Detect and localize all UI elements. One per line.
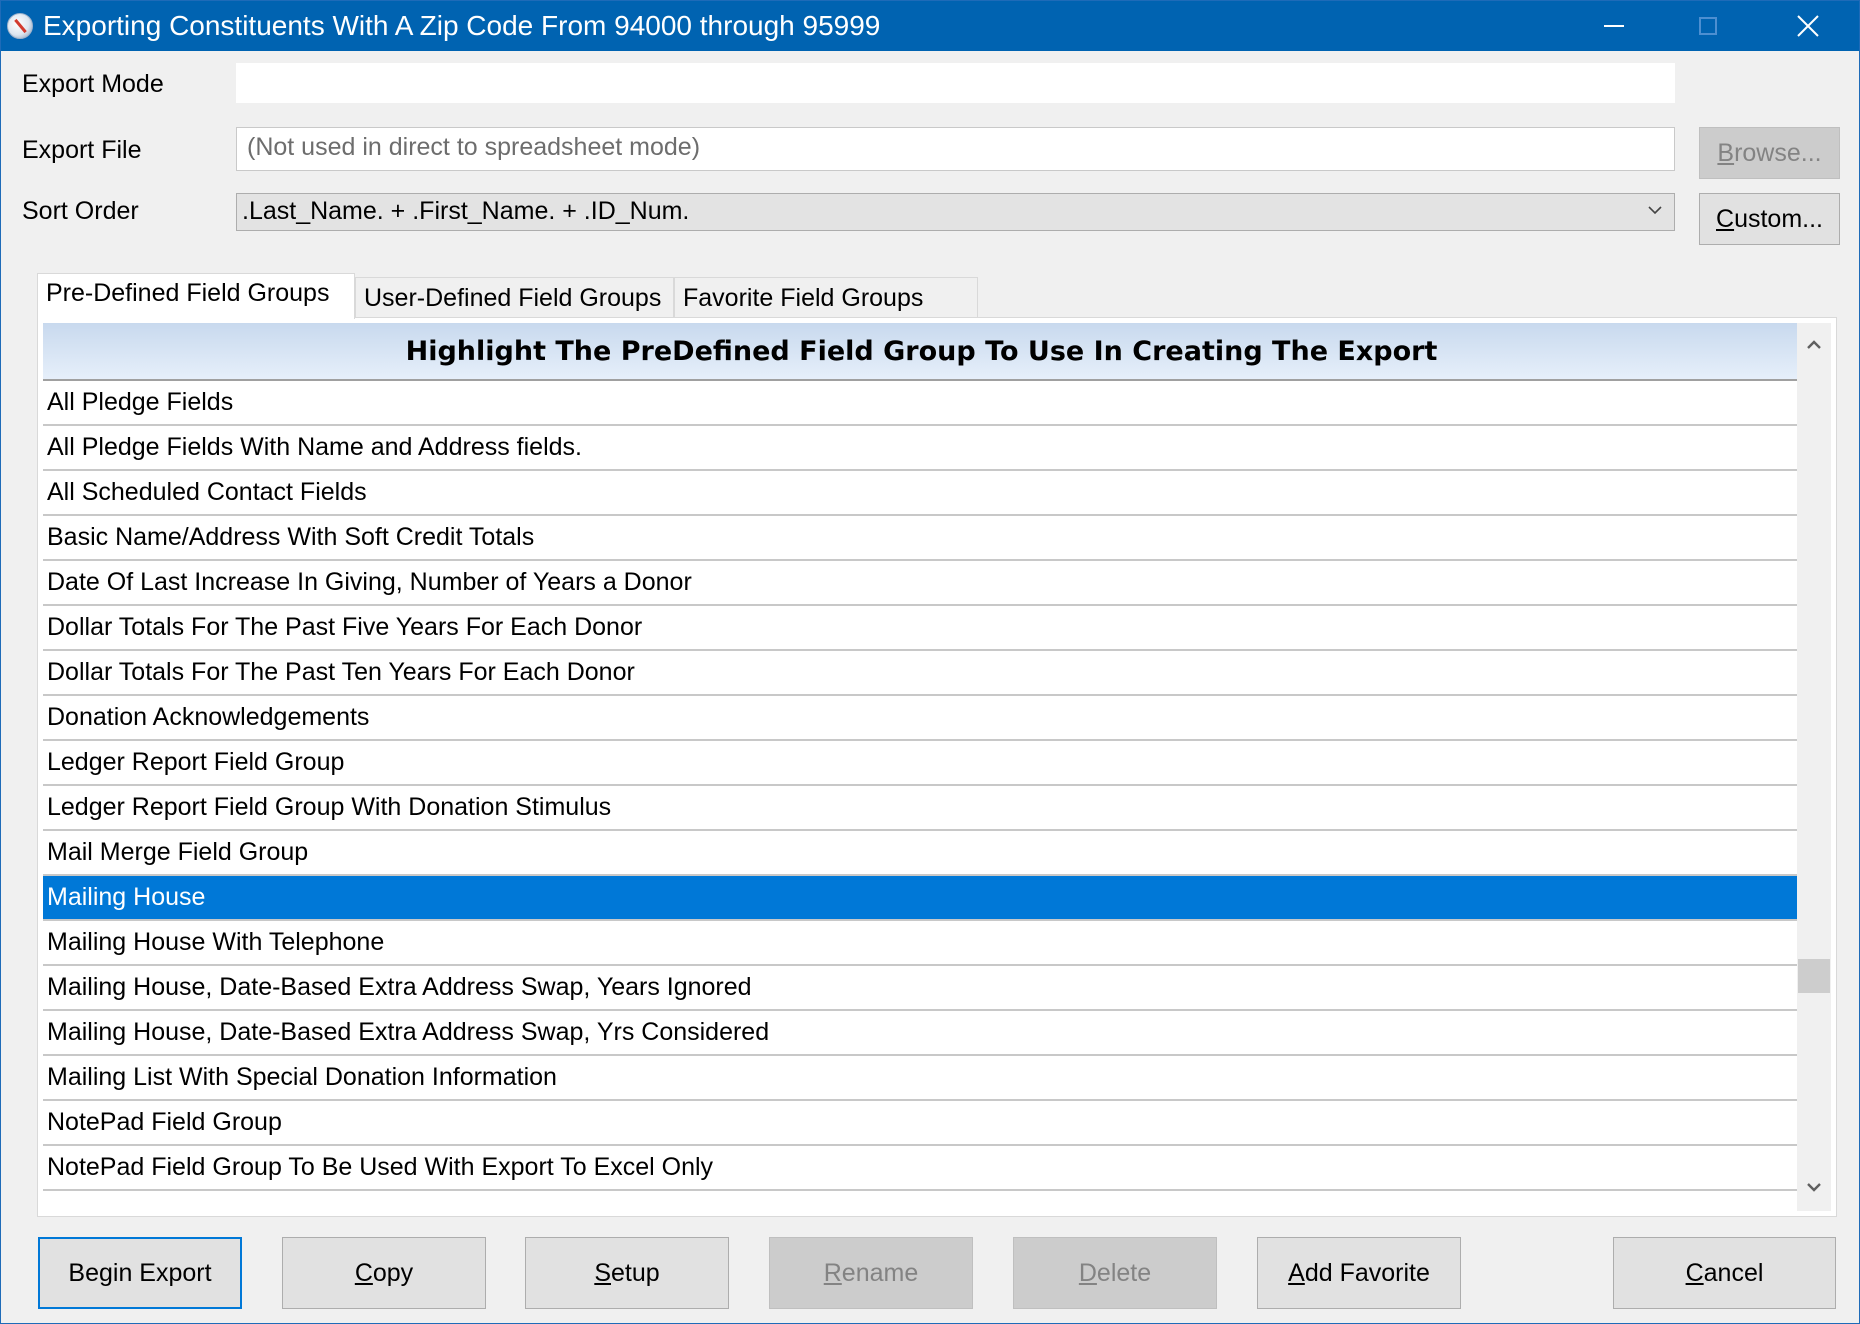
window-title: Exporting Constituents With A Zip Code F… (43, 10, 881, 41)
close-icon (1797, 15, 1819, 37)
list-item[interactable]: Mailing House, Date-Based Extra Address … (43, 1011, 1800, 1056)
list-item[interactable]: NotePad Field Group (43, 1101, 1800, 1146)
rename-button[interactable]: Rename (769, 1237, 973, 1309)
list-item[interactable]: Mailing List With Special Donation Infor… (43, 1056, 1800, 1101)
chevron-down-icon (1807, 1183, 1821, 1192)
list-item[interactable]: Mailing House (43, 876, 1800, 921)
scroll-down-button[interactable] (1797, 1171, 1831, 1205)
browse-button[interactable]: Browse... (1699, 127, 1840, 179)
list-item[interactable]: Mailing House, Date-Based Extra Address … (43, 966, 1800, 1011)
export-dialog: Exporting Constituents With A Zip Code F… (0, 0, 1860, 1324)
cancel-button[interactable]: Cancel (1613, 1237, 1836, 1309)
list-item[interactable]: Basic Name/Address With Soft Credit Tota… (43, 516, 1800, 561)
maximize-icon (1699, 17, 1717, 35)
setup-button[interactable]: Setup (525, 1237, 729, 1309)
tab-user-defined[interactable]: User-Defined Field Groups (355, 277, 674, 317)
sort-order-value: .Last_Name. + .First_Name. + .ID_Num. (242, 197, 690, 225)
title-bar[interactable]: Exporting Constituents With A Zip Code F… (1, 1, 1859, 51)
tab-favorite[interactable]: Favorite Field Groups (674, 277, 978, 317)
list-item[interactable]: All Pledge Fields (43, 381, 1800, 426)
list-item[interactable]: Mailing House With Telephone (43, 921, 1800, 966)
custom-sort-button[interactable]: Custom... (1699, 193, 1840, 245)
list-item[interactable]: Ledger Report Field Group (43, 741, 1800, 786)
vertical-scrollbar[interactable] (1797, 323, 1831, 1211)
begin-export-button[interactable]: Begin Export (38, 1237, 242, 1309)
maximize-button[interactable] (1663, 1, 1753, 51)
app-compass-icon (7, 13, 33, 39)
delete-button[interactable]: Delete (1013, 1237, 1217, 1309)
list-item[interactable]: Mail Merge Field Group (43, 831, 1800, 876)
chevron-down-icon (1646, 198, 1664, 220)
list-item[interactable]: Dollar Totals For The Past Ten Years For… (43, 651, 1800, 696)
tab-pre-defined[interactable]: Pre-Defined Field Groups (37, 273, 355, 319)
chevron-up-icon (1807, 340, 1821, 349)
list-item[interactable]: All Scheduled Contact Fields (43, 471, 1800, 516)
scroll-up-button[interactable] (1797, 327, 1831, 361)
field-group-list: Highlight The PreDefined Field Group To … (43, 323, 1800, 1211)
sort-order-select[interactable]: .Last_Name. + .First_Name. + .ID_Num. (236, 193, 1675, 231)
sort-order-label: Sort Order (22, 197, 139, 225)
list-item[interactable]: Ledger Report Field Group With Donation … (43, 786, 1800, 831)
scrollbar-thumb[interactable] (1798, 959, 1830, 993)
export-file-label: Export File (22, 136, 142, 164)
list-header: Highlight The PreDefined Field Group To … (43, 323, 1800, 381)
list-rows: All Pledge Fields All Pledge Fields With … (43, 381, 1800, 1191)
close-button[interactable] (1763, 1, 1853, 51)
minimize-icon (1604, 25, 1624, 27)
add-favorite-button[interactable]: Add Favorite (1257, 1237, 1461, 1309)
list-item[interactable]: Date Of Last Increase In Giving, Number … (43, 561, 1800, 606)
export-mode-label: Export Mode (22, 70, 164, 98)
export-mode-field[interactable] (236, 63, 1675, 103)
list-item[interactable]: Dollar Totals For The Past Five Years Fo… (43, 606, 1800, 651)
field-group-panel: Highlight The PreDefined Field Group To … (37, 317, 1837, 1217)
export-file-input[interactable]: (Not used in direct to spreadsheet mode) (236, 127, 1675, 171)
list-item[interactable]: All Pledge Fields With Name and Address … (43, 426, 1800, 471)
copy-button[interactable]: Copy (282, 1237, 486, 1309)
list-item[interactable]: NotePad Field Group To Be Used With Expo… (43, 1146, 1800, 1191)
minimize-button[interactable] (1569, 1, 1659, 51)
list-item[interactable]: Donation Acknowledgements (43, 696, 1800, 741)
